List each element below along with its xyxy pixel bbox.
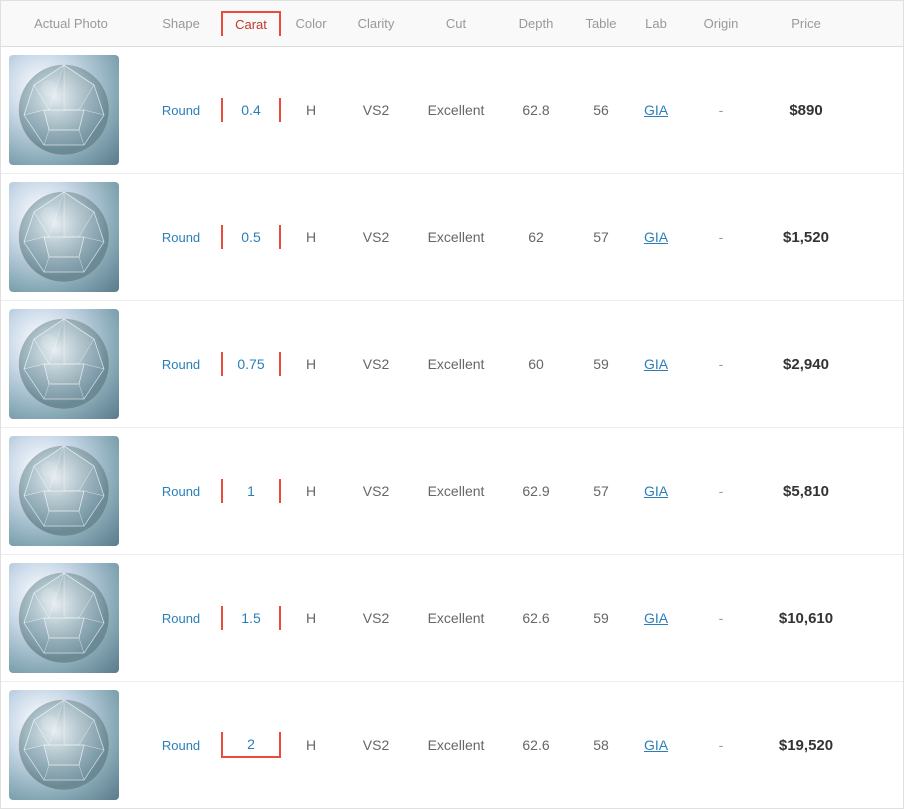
diamond-image xyxy=(9,309,119,419)
lab-value[interactable]: GIA xyxy=(631,225,681,249)
cut-value: Excellent xyxy=(411,352,501,376)
carat-value: 0.75 xyxy=(221,352,281,376)
price-value: $19,520 xyxy=(761,733,851,758)
table-value: 57 xyxy=(571,479,631,503)
diamond-photo[interactable] xyxy=(1,555,141,681)
carat-value: 0.5 xyxy=(221,225,281,249)
clarity-value: VS2 xyxy=(341,98,411,122)
clarity-value: VS2 xyxy=(341,606,411,630)
header-clarity: Clarity xyxy=(341,12,411,35)
origin-value: - xyxy=(681,606,761,630)
clarity-value: VS2 xyxy=(341,225,411,249)
origin-value: - xyxy=(681,225,761,249)
carat-value: 2 xyxy=(221,732,281,758)
header-price: Price xyxy=(761,12,851,35)
depth-value: 62.6 xyxy=(501,606,571,630)
header-depth: Depth xyxy=(501,12,571,35)
table-row: Round 1 H VS2 Excellent 62.9 57 GIA - $5… xyxy=(1,428,903,555)
table-row: Round 0.4 H VS2 Excellent 62.8 56 GIA - … xyxy=(1,47,903,174)
diamond-photo[interactable] xyxy=(1,428,141,554)
origin-value: - xyxy=(681,733,761,757)
color-value: H xyxy=(281,606,341,630)
header-table: Table xyxy=(571,12,631,35)
diamond-photo[interactable] xyxy=(1,174,141,300)
price-value: $5,810 xyxy=(761,479,851,504)
price-value: $2,940 xyxy=(761,352,851,377)
color-value: H xyxy=(281,98,341,122)
table-value: 56 xyxy=(571,98,631,122)
table-row: Round 2 H VS2 Excellent 62.6 58 GIA - $1… xyxy=(1,682,903,808)
shape-value: Round xyxy=(141,99,221,122)
carat-value: 0.4 xyxy=(221,98,281,122)
shape-value: Round xyxy=(141,353,221,376)
header-lab: Lab xyxy=(631,12,681,35)
carat-value: 1.5 xyxy=(221,606,281,630)
diamond-table: Actual Photo Shape Carat Color Clarity C… xyxy=(0,0,904,809)
shape-value: Round xyxy=(141,480,221,503)
color-value: H xyxy=(281,479,341,503)
table-row: Round 0.75 H VS2 Excellent 60 59 GIA - $… xyxy=(1,301,903,428)
lab-value[interactable]: GIA xyxy=(631,733,681,757)
table-value: 57 xyxy=(571,225,631,249)
color-value: H xyxy=(281,225,341,249)
clarity-value: VS2 xyxy=(341,733,411,757)
shape-value: Round xyxy=(141,607,221,630)
diamond-image xyxy=(9,690,119,800)
table-header: Actual Photo Shape Carat Color Clarity C… xyxy=(1,1,903,47)
cut-value: Excellent xyxy=(411,733,501,757)
depth-value: 62 xyxy=(501,225,571,249)
diamond-image xyxy=(9,55,119,165)
diamond-image xyxy=(9,563,119,673)
depth-value: 60 xyxy=(501,352,571,376)
table-row: Round 1.5 H VS2 Excellent 62.6 59 GIA - … xyxy=(1,555,903,682)
table-row: Round 0.5 H VS2 Excellent 62 57 GIA - $1… xyxy=(1,174,903,301)
color-value: H xyxy=(281,352,341,376)
depth-value: 62.9 xyxy=(501,479,571,503)
shape-value: Round xyxy=(141,734,221,757)
lab-value[interactable]: GIA xyxy=(631,479,681,503)
header-origin: Origin xyxy=(681,12,761,35)
header-color: Color xyxy=(281,12,341,35)
carat-value: 1 xyxy=(221,479,281,503)
diamond-image xyxy=(9,182,119,292)
diamond-photo[interactable] xyxy=(1,682,141,808)
diamond-photo[interactable] xyxy=(1,301,141,427)
depth-value: 62.8 xyxy=(501,98,571,122)
diamond-image xyxy=(9,436,119,546)
header-carat[interactable]: Carat xyxy=(221,11,281,36)
price-value: $890 xyxy=(761,98,851,123)
table-value: 58 xyxy=(571,733,631,757)
shape-value: Round xyxy=(141,226,221,249)
price-value: $1,520 xyxy=(761,225,851,250)
origin-value: - xyxy=(681,479,761,503)
table-body: Round 0.4 H VS2 Excellent 62.8 56 GIA - … xyxy=(1,47,903,808)
cut-value: Excellent xyxy=(411,225,501,249)
cut-value: Excellent xyxy=(411,606,501,630)
lab-value[interactable]: GIA xyxy=(631,606,681,630)
diamond-photo[interactable] xyxy=(1,47,141,173)
cut-value: Excellent xyxy=(411,479,501,503)
header-cut: Cut xyxy=(411,12,501,35)
color-value: H xyxy=(281,733,341,757)
origin-value: - xyxy=(681,98,761,122)
table-value: 59 xyxy=(571,352,631,376)
depth-value: 62.6 xyxy=(501,733,571,757)
lab-value[interactable]: GIA xyxy=(631,98,681,122)
price-value: $10,610 xyxy=(761,606,851,631)
clarity-value: VS2 xyxy=(341,479,411,503)
clarity-value: VS2 xyxy=(341,352,411,376)
origin-value: - xyxy=(681,352,761,376)
lab-value[interactable]: GIA xyxy=(631,352,681,376)
header-photo: Actual Photo xyxy=(1,12,141,35)
header-shape: Shape xyxy=(141,12,221,35)
cut-value: Excellent xyxy=(411,98,501,122)
table-value: 59 xyxy=(571,606,631,630)
